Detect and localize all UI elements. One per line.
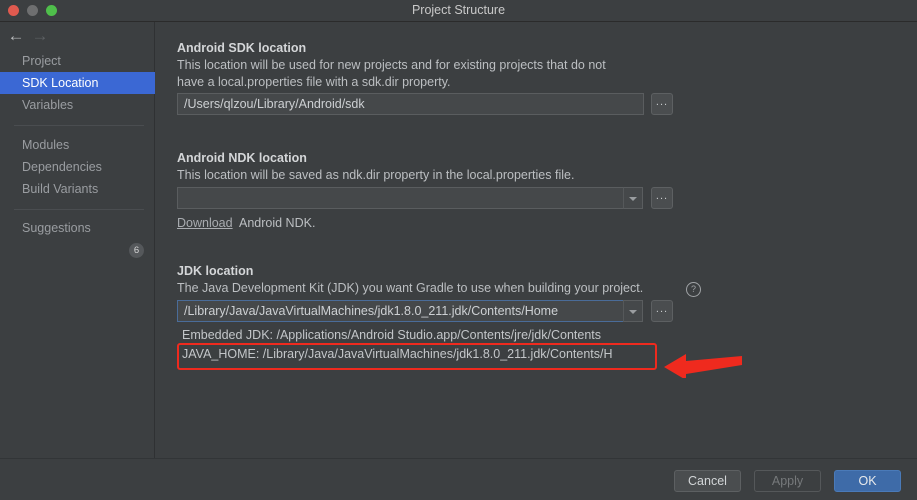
sidebar-item-dependencies[interactable]: Dependencies (0, 156, 155, 178)
dialog-footer: Cancel Apply OK (0, 458, 917, 500)
jdk-section-description: The Java Development Kit (JDK) you want … (177, 281, 644, 295)
sidebar: ← → Project SDK Location Variables Modul… (0, 22, 155, 458)
project-structure-dialog: Project Structure ← → Project SDK Locati… (0, 0, 917, 500)
sdk-section-description-line1: This location will be used for new proje… (177, 58, 606, 72)
arrow-left-annotation-icon (664, 354, 742, 378)
sidebar-item-suggestions[interactable]: Suggestions (0, 217, 155, 239)
ndk-location-browse-button[interactable]: ... (651, 187, 673, 209)
arrow-left-icon[interactable]: ← (6, 27, 26, 45)
jdk-location-input[interactable]: /Library/Java/JavaVirtualMachines/jdk1.8… (177, 300, 624, 322)
sidebar-divider-1 (14, 125, 144, 126)
ndk-location-dropdown-arrow-icon[interactable] (623, 187, 643, 209)
sdk-section-title: Android SDK location (177, 41, 307, 55)
jdk-location-dropdown-arrow-icon[interactable] (623, 300, 643, 322)
ndk-location-input[interactable] (177, 187, 624, 209)
sidebar-item-sdk-location[interactable]: SDK Location (0, 72, 155, 94)
sdk-section-description-line2: have a local.properties file with a sdk.… (177, 75, 451, 89)
main-content: Android SDK location This location will … (156, 22, 917, 458)
embedded-jdk-info: Embedded JDK: /Applications/Android Stud… (182, 328, 601, 342)
jdk-location-browse-button[interactable]: ... (651, 300, 673, 322)
help-circle-icon[interactable]: ? (686, 282, 701, 297)
window-title: Project Structure (411, 3, 506, 17)
window-titlebar: Project Structure (0, 0, 917, 22)
sdk-location-browse-button[interactable]: ... (651, 93, 673, 115)
sidebar-divider-2 (14, 209, 144, 210)
navigation-arrows: ← → (0, 22, 155, 50)
ndk-section-title: Android NDK location (177, 151, 307, 165)
suggestions-count-badge: 6 (129, 243, 144, 258)
jdk-section-title: JDK location (177, 264, 254, 278)
sidebar-item-variables[interactable]: Variables (0, 94, 155, 116)
apply-button[interactable]: Apply (754, 470, 821, 492)
sdk-location-input[interactable]: /Users/qlzou/Library/Android/sdk (177, 93, 644, 115)
sidebar-item-build-variants[interactable]: Build Variants (0, 178, 155, 200)
ok-button[interactable]: OK (834, 470, 901, 492)
sidebar-item-modules[interactable]: Modules (0, 134, 155, 156)
download-ndk-link[interactable]: Download (177, 216, 233, 230)
download-ndk-suffix: Android NDK. (239, 216, 316, 230)
java-home-info: JAVA_HOME: /Library/Java/JavaVirtualMach… (182, 347, 613, 361)
ndk-section-description: This location will be saved as ndk.dir p… (177, 168, 575, 182)
sidebar-item-project[interactable]: Project (0, 50, 155, 72)
arrow-right-icon[interactable]: → (30, 27, 50, 45)
cancel-button[interactable]: Cancel (674, 470, 741, 492)
